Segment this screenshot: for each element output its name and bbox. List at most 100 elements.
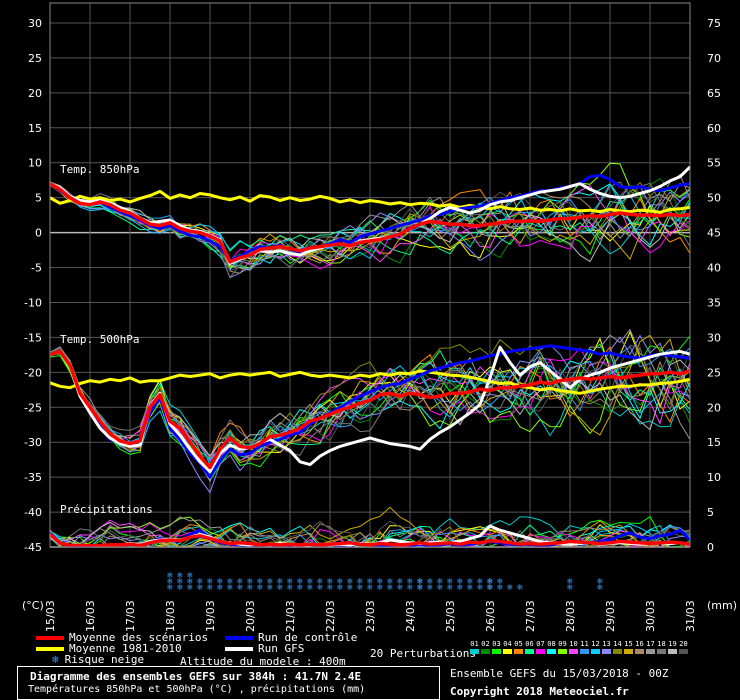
x-tick-label: 24/03: [404, 600, 417, 632]
snowflake-icon: ❄: [567, 577, 574, 586]
snowflake-icon: ❄: [217, 577, 224, 586]
left-tick-label: 30: [28, 17, 42, 30]
perturbation-legend-swatch: [635, 649, 644, 654]
left-tick-label: -35: [24, 471, 42, 484]
snowflake-icon: ❄: [247, 577, 254, 586]
perturbation-legend-swatch: [657, 649, 666, 654]
x-tick-label: 25/03: [444, 600, 457, 632]
left-tick-label: -20: [24, 366, 42, 379]
perturbation-legend-item: 06: [524, 640, 535, 654]
perturbation-legend-item: 07: [535, 640, 546, 654]
left-tick-label: -10: [24, 296, 42, 309]
right-tick-label: 70: [707, 52, 721, 65]
x-tick-label: 18/03: [164, 600, 177, 632]
footer-subtitle: Températures 850hPa et 500hPa (°C) , pré…: [28, 684, 366, 695]
perturbation-legend-item: 02: [480, 640, 491, 654]
right-tick-label: 50: [707, 192, 721, 205]
perturbation-legend-swatch: [525, 649, 534, 654]
snowflake-icon: ❄: [487, 577, 494, 586]
perturbation-legend-label: 14: [613, 640, 622, 648]
perturbation-legend-swatch: [558, 649, 567, 654]
perturbation-legend-item: 20: [678, 640, 689, 654]
snowflake-icon: ❄: [207, 577, 214, 586]
snowflake-icon: ❄: [507, 583, 514, 592]
x-tick-label: 20/03: [244, 600, 257, 632]
snowflake-icon: ❄: [347, 577, 354, 586]
legend-climo-swatch: [36, 647, 64, 651]
perturbation-legend-label: 15: [624, 640, 633, 648]
ensemble-chart: ❄❄❄❄❄❄❄❄❄❄❄❄❄❄❄❄❄❄❄❄❄❄❄❄❄❄❄❄❄❄❄❄❄❄❄❄❄❄❄❄…: [0, 0, 740, 700]
right-tick-label: 25: [707, 366, 721, 379]
right-tick-label: 30: [707, 331, 721, 344]
right-tick-label: 35: [707, 296, 721, 309]
right-axis-unit: (mm): [707, 599, 737, 612]
perturbation-legend-item: 03: [491, 640, 502, 654]
snowflake-icon: ❄: [167, 571, 174, 580]
x-tick-label: 16/03: [84, 600, 97, 632]
footer-title: Diagramme des ensembles GEFS sur 384h : …: [30, 670, 362, 683]
perturbation-legend-item: 04: [502, 640, 513, 654]
perturbation-legend-swatch: [503, 649, 512, 654]
snowflake-icon: ❄: [427, 577, 434, 586]
snowflake-icon: ❄: [417, 577, 424, 586]
snowflake-icon: ❄: [357, 577, 364, 586]
snowflake-icon: ❄: [177, 571, 184, 580]
left-tick-label: 25: [28, 52, 42, 65]
x-tick-label: 29/03: [604, 600, 617, 632]
perturbation-legend-item: 08: [546, 640, 557, 654]
right-tick-label: 5: [707, 506, 714, 519]
right-tick-label: 65: [707, 87, 721, 100]
snowflake-icon: ❄: [327, 577, 334, 586]
left-tick-label: -15: [24, 331, 42, 344]
snowflake-icon: ❄: [437, 577, 444, 586]
right-tick-label: 60: [707, 122, 721, 135]
perturbation-legend-label: 18: [657, 640, 666, 648]
left-tick-label: 10: [28, 157, 42, 170]
right-tick-label: 40: [707, 262, 721, 275]
snowflake-icon: ❄: [447, 577, 454, 586]
legend-mean-swatch: [36, 636, 64, 640]
right-tick-label: 45: [707, 227, 721, 240]
perturbation-legend-label: 19: [668, 640, 677, 648]
left-tick-label: -40: [24, 506, 42, 519]
legend-gfs-swatch: [225, 647, 253, 651]
snowflake-icon: ❄: [497, 577, 504, 586]
snowflake-icon: ❄: [517, 583, 524, 592]
snowflake-icon: ❄: [397, 577, 404, 586]
perturbation-legend-swatch: [569, 649, 578, 654]
x-tick-label: 15/03: [44, 600, 57, 632]
left-tick-label: 20: [28, 87, 42, 100]
x-tick-label: 26/03: [484, 600, 497, 632]
snowflake-icon: ❄: [197, 577, 204, 586]
perturbation-legend-swatch: [470, 649, 479, 654]
perturbation-legend-label: 20: [679, 640, 688, 648]
perturbation-legend-label: 13: [602, 640, 611, 648]
snowflake-icon: ❄: [227, 577, 234, 586]
footer-run-info: Ensemble GEFS du 15/03/2018 - 00Z: [450, 667, 669, 680]
snowflake-icon: ❄: [477, 577, 484, 586]
x-tick-label: 31/03: [684, 600, 697, 632]
perturbation-legend-swatch: [536, 649, 545, 654]
snowflake-icon: ❄: [237, 577, 244, 586]
left-tick-label: -5: [31, 262, 42, 275]
perturbation-legend-item: 12: [590, 640, 601, 654]
perturbation-legend-label: 12: [591, 640, 600, 648]
perturbation-legend-label: 07: [536, 640, 545, 648]
perturbation-legend-item: 09: [557, 640, 568, 654]
left-tick-label: 15: [28, 122, 42, 135]
snowflake-icon: ❄: [407, 577, 414, 586]
snowflake-icon: ❄: [317, 577, 324, 586]
perturbation-legend-swatch: [679, 649, 688, 654]
perturbation-legend-label: 05: [514, 640, 523, 648]
perturbation-legend-swatch: [580, 649, 589, 654]
panel-label-t850: Temp. 850hPa: [60, 163, 139, 176]
perturbation-legend-item: 19: [667, 640, 678, 654]
snowflake-icon: ❄: [267, 577, 274, 586]
left-tick-label: 0: [35, 227, 42, 240]
right-tick-label: 55: [707, 157, 721, 170]
perturbation-legend-label: 16: [635, 640, 644, 648]
perturbation-legend-swatch: [481, 649, 490, 654]
snowflake-icon: ❄: [187, 571, 194, 580]
snowflake-icon: ❄: [307, 577, 314, 586]
perturbation-legend-label: 11: [580, 640, 589, 648]
